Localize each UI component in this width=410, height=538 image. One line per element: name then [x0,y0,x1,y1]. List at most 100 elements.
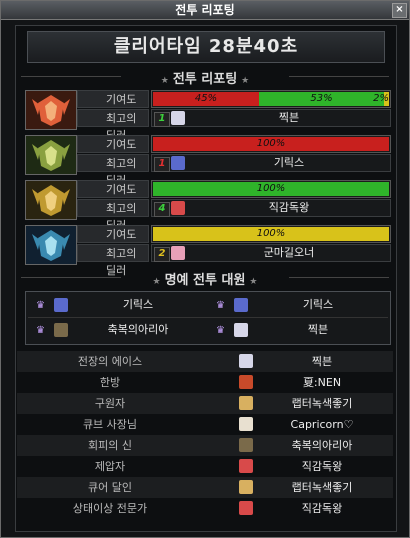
honor-divider [28,317,388,318]
crown-icon: ♛ [216,325,225,336]
contribution-percent: 53% [310,93,333,104]
award-title: 전장의 에이스 [77,355,143,368]
team-row: 기여도 100% 최고의 딜러 2 군마길오너 [25,225,391,277]
section-header-report: ★ 전투 리포팅 ★ [21,68,389,87]
character-portrait-icon [239,354,253,368]
best-dealer-box: 2 군마길오너 [151,244,391,262]
award-player-name: 직감독왕 [301,460,343,473]
team-row: 기여도 45% 53% 2% 최고의 딜러 1 찍븐 [25,90,391,142]
character-portrait-icon [234,298,248,312]
battle-report-window: 전투 리포팅 × 클리어타임 28분40초 ★ 전투 리포팅 ★ 기여도 45% 53%… [0,0,410,538]
team-row: 기여도 100% 최고의 딜러 4 직감독왕 [25,180,391,232]
award-row: 회피의 신 축복의아리아 [17,435,393,456]
best-dealer-row: 최고의 딜러 4 직감독왕 [77,199,391,232]
award-player-name: 찍븐 [311,355,333,368]
contribution-segment: 100% [153,137,389,151]
blue-crest-icon [25,225,77,265]
window-titlebar[interactable]: 전투 리포팅 × [1,1,409,20]
award-row: 큐브 사장님 Capricorn♡ [17,414,393,435]
honor-member-name: 기릭스 [302,298,334,311]
award-title: 한방 [99,376,121,389]
star-icon: ★ [152,277,161,287]
character-portrait-icon [171,201,185,215]
gold-crest-icon [25,180,77,220]
best-dealer-label: 최고의 딜러 [77,199,149,232]
green-crest-icon [25,135,77,175]
honor-member-name: 축복의아리아 [107,323,169,336]
contribution-percent: 100% [256,183,286,194]
award-player-name: 축복의아리아 [291,439,353,452]
character-portrait-icon [234,323,248,337]
section-title-honor: 명예 전투 대원 [164,273,246,288]
best-dealer-label: 최고의 딜러 [77,244,149,277]
award-title: 큐브 사장님 [82,418,138,431]
award-title: 회피의 신 [88,439,132,452]
contribution-label: 기여도 [77,180,149,198]
best-dealer-name: 군마길오너 [263,246,315,259]
character-portrait-icon [54,298,68,312]
character-portrait-icon [171,246,185,260]
crown-icon: ♛ [216,300,225,311]
rank-badge: 1 [154,157,170,172]
award-title: 상태이상 전문가 [72,502,148,515]
character-portrait-icon [239,417,253,431]
character-portrait-icon [239,459,253,473]
award-row: 전장의 에이스 찍븐 [17,351,393,372]
best-dealer-box: 4 직감독왕 [151,199,391,217]
award-row: 상태이상 전문가 직감독왕 [17,498,393,519]
contribution-segment: 100% [153,182,389,196]
character-portrait-icon [54,323,68,337]
character-portrait-icon [171,111,185,125]
award-player-name: 랩터녹색좋기 [291,481,353,494]
section-header-honor: ★ 명예 전투 대원 ★ [21,269,389,288]
star-icon: ★ [160,76,169,86]
contribution-percent: 2% [373,93,389,104]
contribution-percent: 100% [256,138,286,149]
honor-member[interactable]: ♛ 축복의아리아 [30,320,206,340]
section-title-report: 전투 리포팅 [172,72,238,87]
award-title: 제압자 [94,460,126,473]
contribution-bar: 100% [151,180,391,198]
award-title: 큐어 달인 [88,481,132,494]
contribution-segment: 45% [153,92,259,106]
best-dealer-row: 최고의 딜러 1 기릭스 [77,154,391,187]
close-button[interactable]: × [392,3,407,18]
character-portrait-icon [239,396,253,410]
character-portrait-icon [239,438,253,452]
contribution-bar: 100% [151,225,391,243]
crown-icon: ♛ [36,300,45,311]
contribution-segment: 100% [153,227,389,241]
best-dealer-row: 최고의 딜러 2 군마길오너 [77,244,391,277]
best-dealer-label: 최고의 딜러 [77,154,149,187]
honor-member[interactable]: ♛ 기릭스 [30,295,206,315]
honor-member[interactable]: ♛ 기릭스 [210,295,386,315]
honor-members-panel: ♛ 기릭스 ♛ 기릭스 ♛ 축복의아리아 ♛ 찍븐 [25,291,391,345]
contribution-segment: 53% [259,92,384,106]
star-icon: ★ [241,76,250,86]
contribution-label: 기여도 [77,225,149,243]
crown-icon: ♛ [36,325,45,336]
contribution-bar: 100% [151,135,391,153]
character-portrait-icon [171,156,185,170]
contribution-row: 기여도 100% [77,180,391,198]
award-player-name: 랩터녹색좋기 [291,397,353,410]
award-row: 제압자 직감독왕 [17,456,393,477]
award-title: 구원자 [94,397,126,410]
contribution-label: 기여도 [77,90,149,108]
honor-member[interactable]: ♛ 찍븐 [210,320,386,340]
window-title: 전투 리포팅 [175,3,235,17]
award-player-name: 夏:NEN [302,376,342,389]
best-dealer-label: 최고의 딜러 [77,109,149,142]
best-dealer-name: 기릭스 [273,156,305,169]
best-dealer-row: 최고의 딜러 1 찍븐 [77,109,391,142]
clear-time-banner: 클리어타임 28분40초 [27,31,385,63]
contribution-bar: 45% 53% 2% [151,90,391,108]
honor-member-name: 기릭스 [122,298,154,311]
character-portrait-icon [239,501,253,515]
rank-badge: 2 [154,247,170,262]
best-dealer-name: 찍븐 [278,111,300,124]
contribution-percent: 100% [256,228,286,239]
honor-member-name: 찍븐 [307,323,329,336]
award-row: 구원자 랩터녹색좋기 [17,393,393,414]
best-dealer-name: 직감독왕 [268,201,310,214]
